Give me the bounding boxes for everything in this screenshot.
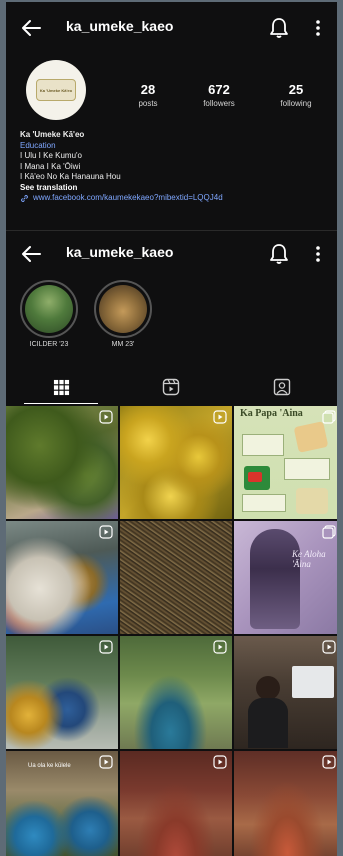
post-tile[interactable] bbox=[234, 636, 337, 749]
tab-tagged[interactable] bbox=[227, 370, 337, 404]
post-title: Ke Aloha 'Āina bbox=[292, 549, 326, 569]
followers-count: 672 bbox=[208, 82, 230, 97]
post-person-head bbox=[256, 676, 280, 700]
post-tile[interactable]: Ka Papa 'Aina bbox=[234, 406, 337, 519]
notification-bell-icon[interactable] bbox=[268, 16, 290, 40]
more-options-icon[interactable] bbox=[312, 242, 324, 266]
reel-badge-icon bbox=[213, 410, 227, 424]
highlight-cover bbox=[25, 285, 73, 333]
story-highlight[interactable]: MM 23' bbox=[94, 280, 152, 348]
bio-line: I Mana I Ka 'Ōiwi bbox=[20, 161, 81, 171]
posts-stat[interactable]: 28 posts bbox=[118, 82, 178, 108]
highlight-label: ICILDER '23 bbox=[29, 341, 69, 348]
username-title: ka_umeke_kaeo bbox=[66, 18, 174, 34]
post-tile[interactable] bbox=[6, 521, 118, 634]
reel-badge-icon bbox=[213, 640, 227, 654]
post-text-block bbox=[242, 434, 284, 456]
highlight-cover bbox=[99, 285, 147, 333]
avatar-logo: Ka 'Umeke Kā'eo bbox=[36, 79, 76, 101]
post-portrait bbox=[250, 529, 300, 629]
story-highlight[interactable]: ICILDER '23 bbox=[20, 280, 78, 348]
more-options-icon[interactable] bbox=[312, 16, 324, 40]
bio-category: Education bbox=[20, 140, 56, 150]
post-tile[interactable] bbox=[6, 636, 118, 749]
profile-screen: ka_umeke_kaeo Ka 'Umeke Kā'eo 28 posts 6… bbox=[6, 2, 337, 856]
post-text-block bbox=[242, 494, 286, 512]
bio-line: I Kā'eo No Ka Hanauna Hou bbox=[20, 172, 121, 181]
post-tile[interactable]: Ua ola ke kūlele bbox=[6, 751, 118, 856]
following-label: following bbox=[280, 99, 312, 108]
post-person-body bbox=[248, 698, 288, 748]
highlight-ring bbox=[20, 280, 78, 338]
following-stat[interactable]: 25 following bbox=[266, 82, 326, 108]
reel-badge-icon bbox=[322, 640, 336, 654]
reels-icon bbox=[163, 378, 180, 396]
back-arrow-icon[interactable] bbox=[18, 242, 44, 266]
reel-badge-icon bbox=[322, 755, 336, 769]
post-title: Ka Papa 'Aina bbox=[240, 408, 303, 419]
link-icon bbox=[21, 194, 28, 202]
post-tile[interactable] bbox=[234, 751, 337, 856]
highlight-label: MM 23' bbox=[111, 341, 135, 348]
posts-label: posts bbox=[138, 99, 158, 108]
tagged-icon bbox=[273, 378, 291, 396]
post-illustration bbox=[296, 488, 328, 514]
reel-badge-icon bbox=[99, 755, 113, 769]
posts-count: 28 bbox=[140, 82, 156, 97]
section-divider bbox=[6, 230, 337, 231]
bio-link[interactable]: www.facebook.com/kaumekekaeo?mibextid=LQ… bbox=[20, 193, 330, 204]
back-arrow-icon[interactable] bbox=[18, 16, 44, 40]
post-illustration bbox=[293, 421, 329, 453]
post-tile[interactable] bbox=[120, 521, 232, 634]
reel-badge-icon bbox=[213, 755, 227, 769]
followers-label: followers bbox=[203, 99, 235, 108]
carousel-badge-icon bbox=[322, 410, 336, 424]
posts-grid: Ka Papa 'Aina Ke Aloha 'Āina Ua ola ke k… bbox=[6, 406, 337, 856]
tab-reels[interactable] bbox=[116, 370, 226, 404]
following-count: 25 bbox=[288, 82, 304, 97]
reel-badge-icon bbox=[99, 525, 113, 539]
post-caption: Ua ola ke kūlele bbox=[28, 763, 71, 769]
profile-avatar[interactable]: Ka 'Umeke Kā'eo bbox=[26, 60, 86, 120]
followers-stat[interactable]: 672 followers bbox=[189, 82, 249, 108]
see-translation-link[interactable]: See translation bbox=[20, 183, 330, 194]
post-screen bbox=[292, 666, 334, 698]
bio-section: Ka 'Umeke Kā'eo Education I Ulu I Ke Kum… bbox=[20, 130, 330, 204]
post-text-block bbox=[284, 458, 330, 480]
notification-bell-icon[interactable] bbox=[268, 242, 290, 266]
reel-badge-icon bbox=[99, 410, 113, 424]
grid-icon bbox=[53, 379, 69, 395]
username-title: ka_umeke_kaeo bbox=[66, 244, 174, 260]
post-tile[interactable]: Ke Aloha 'Āina bbox=[234, 521, 337, 634]
post-tile[interactable] bbox=[120, 636, 232, 749]
post-illustration bbox=[248, 472, 262, 482]
top-bar: ka_umeke_kaeo bbox=[6, 2, 337, 54]
post-tile[interactable] bbox=[6, 406, 118, 519]
bio-line: I Ulu I Ke Kumu'o bbox=[20, 151, 82, 160]
bio-link-text: www.facebook.com/kaumekekaeo?mibextid=LQ… bbox=[33, 193, 223, 202]
reel-badge-icon bbox=[99, 640, 113, 654]
tab-grid[interactable] bbox=[6, 370, 116, 404]
post-tile[interactable] bbox=[120, 751, 232, 856]
carousel-badge-icon bbox=[322, 525, 336, 539]
highlight-ring bbox=[94, 280, 152, 338]
top-bar-sticky: ka_umeke_kaeo bbox=[6, 234, 337, 274]
post-tile[interactable] bbox=[120, 406, 232, 519]
bio-name: Ka 'Umeke Kā'eo bbox=[20, 130, 85, 139]
profile-tabs bbox=[6, 370, 337, 404]
